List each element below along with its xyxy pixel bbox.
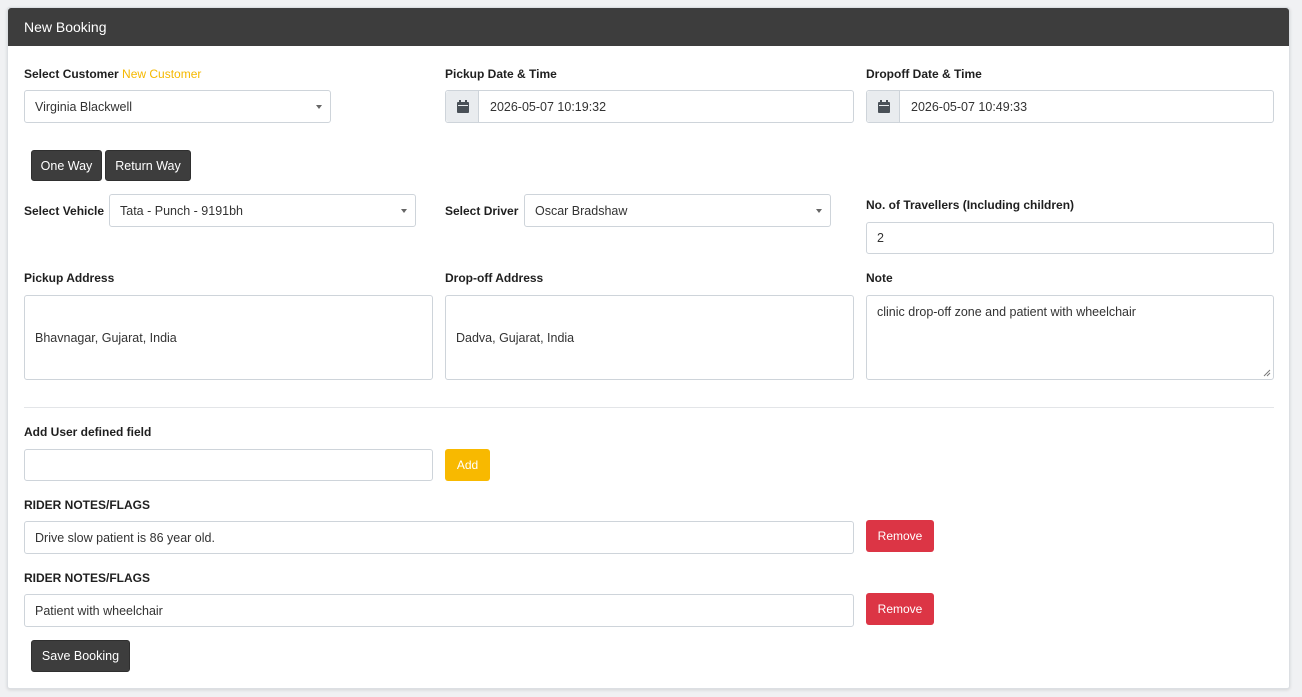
rider-notes-label: RIDER NOTES/FLAGS [24, 498, 151, 512]
vehicle-select-value: Tata - Punch - 9191bh [120, 203, 243, 218]
pickup-calendar-addon[interactable] [446, 91, 479, 122]
pickup-datetime-value: 2026-05-07 10:19:32 [490, 99, 607, 114]
dropoff-address-value: Dadva, Gujarat, India [456, 330, 575, 345]
new-customer-link[interactable]: New Customer [122, 67, 201, 81]
pickup-datetime-label: Pickup Date & Time [445, 67, 557, 81]
vehicle-select[interactable]: Tata - Punch - 9191bh [109, 194, 416, 227]
user-field-input[interactable] [24, 449, 433, 481]
card-header: New Booking [8, 8, 1289, 46]
dropoff-address-input[interactable]: Dadva, Gujarat, India [445, 295, 854, 380]
pickup-address-value: Bhavnagar, Gujarat, India [35, 330, 177, 345]
rider-notes-input[interactable]: Patient with wheelchair [24, 594, 854, 627]
dropoff-datetime-input[interactable]: 2026-05-07 10:49:33 [866, 90, 1274, 123]
note-label: Note [866, 271, 893, 285]
remove-note-button[interactable]: Remove [866, 593, 934, 625]
chevron-down-icon [816, 208, 822, 213]
chevron-down-icon [316, 104, 322, 109]
pickup-address-label: Pickup Address [24, 271, 115, 285]
calendar-icon [878, 100, 890, 113]
customer-select-value: Virginia Blackwell [35, 99, 133, 114]
dropoff-address-label: Drop-off Address [445, 271, 544, 285]
calendar-icon [457, 100, 469, 113]
driver-label: Select Driver [445, 204, 519, 218]
dropoff-calendar-addon[interactable] [867, 91, 900, 122]
vehicle-label: Select Vehicle [24, 204, 105, 218]
one-way-button[interactable]: One Way [31, 150, 102, 181]
rider-notes-value: Drive slow patient is 86 year old. [35, 530, 215, 545]
chevron-down-icon [401, 208, 407, 213]
resize-handle-icon[interactable] [1263, 369, 1271, 377]
add-field-button[interactable]: Add [445, 449, 490, 481]
travellers-input[interactable]: 2 [866, 222, 1274, 254]
customer-select[interactable]: Virginia Blackwell [24, 90, 331, 123]
note-value: clinic drop-off zone and patient with wh… [877, 305, 1136, 319]
save-booking-button[interactable]: Save Booking [31, 640, 130, 672]
pickup-datetime-input[interactable]: 2026-05-07 10:19:32 [445, 90, 854, 123]
driver-select[interactable]: Oscar Bradshaw [524, 194, 831, 227]
user-field-label: Add User defined field [24, 425, 152, 439]
travellers-value: 2 [877, 231, 884, 245]
note-textarea[interactable]: clinic drop-off zone and patient with wh… [866, 295, 1274, 380]
page-title: New Booking [24, 19, 107, 35]
dropoff-datetime-label: Dropoff Date & Time [866, 67, 982, 81]
rider-notes-label: RIDER NOTES/FLAGS [24, 571, 151, 585]
travellers-label: No. of Travellers (Including children) [866, 198, 1075, 212]
remove-note-button[interactable]: Remove [866, 520, 934, 552]
driver-select-value: Oscar Bradshaw [535, 203, 628, 218]
rider-notes-value: Patient with wheelchair [35, 603, 163, 618]
divider [24, 407, 1274, 408]
customer-label: Select Customer New Customer [24, 67, 202, 81]
pickup-address-input[interactable]: Bhavnagar, Gujarat, India [24, 295, 433, 380]
return-way-button[interactable]: Return Way [105, 150, 191, 181]
booking-card: New Booking Select Customer New Customer… [7, 7, 1290, 689]
dropoff-datetime-value: 2026-05-07 10:49:33 [911, 99, 1028, 114]
rider-notes-input[interactable]: Drive slow patient is 86 year old. [24, 521, 854, 554]
